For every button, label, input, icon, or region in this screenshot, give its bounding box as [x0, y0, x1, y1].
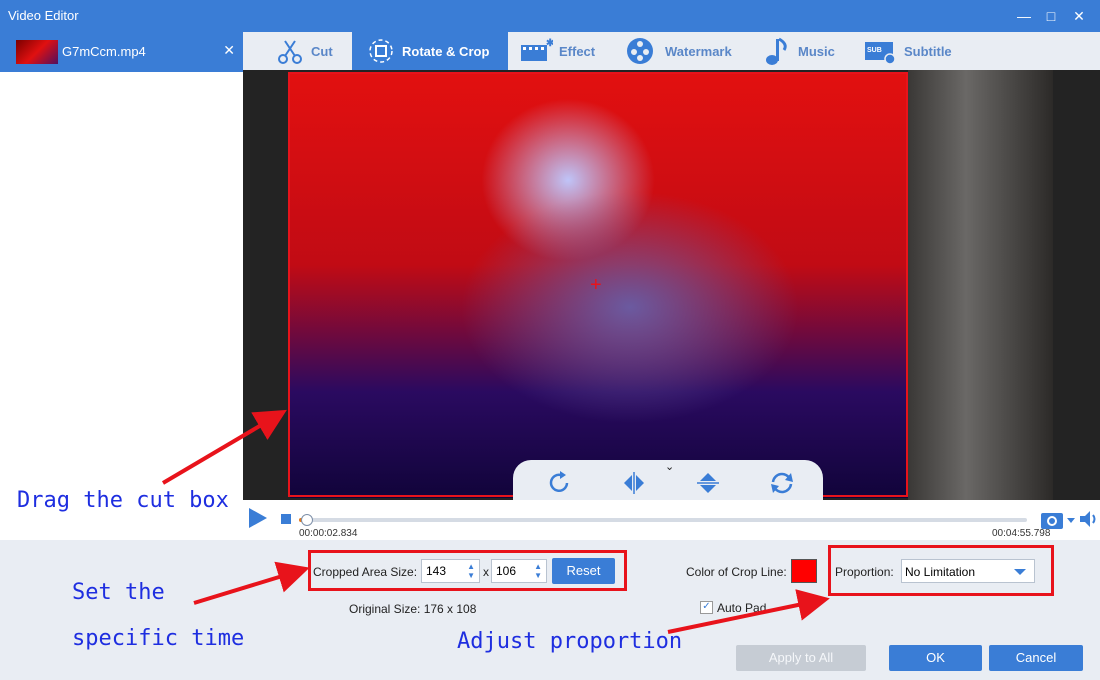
crop-center-crosshair[interactable]: +	[590, 275, 602, 295]
music-note-icon	[766, 37, 787, 65]
camera-icon[interactable]	[1040, 510, 1076, 530]
crop-size-highlight	[308, 550, 627, 591]
file-name: G7mCcm.mp4	[62, 44, 146, 59]
editor-tabs: Cut Rotate & Crop ✱ Effect Watermark Mus…	[243, 32, 1100, 70]
tab-music[interactable]: Music	[762, 32, 852, 70]
window-title: Video Editor	[8, 8, 79, 23]
auto-pad-checkbox[interactable]: ✓	[700, 601, 713, 614]
close-icon[interactable]: ✕	[1069, 6, 1089, 26]
stop-icon[interactable]	[281, 514, 291, 524]
crop-line-color-swatch[interactable]	[791, 559, 817, 583]
play-icon[interactable]	[249, 508, 267, 528]
flip-vertical-icon[interactable]	[695, 470, 721, 496]
crop-icon	[369, 39, 393, 63]
annotation-adjust-proportion: Adjust proportion	[457, 629, 683, 654]
playback-bar: 00:00:02.834 00:04:55.798	[243, 500, 1100, 540]
film-effect-icon: ✱	[521, 38, 553, 61]
volume-icon[interactable]	[1079, 510, 1099, 528]
ok-button[interactable]: OK	[889, 645, 982, 671]
tab-subtitle[interactable]: SUB Subtitle	[864, 32, 974, 70]
rotate-reset-icon[interactable]	[769, 470, 795, 496]
file-list: G7mCcm.mp4 ✕	[0, 32, 244, 540]
tab-label: Subtitle	[904, 43, 952, 59]
tab-label: Music	[798, 43, 835, 59]
video-thumbnail	[16, 40, 58, 64]
timeline-track[interactable]	[299, 514, 1027, 526]
remove-file-icon[interactable]: ✕	[223, 42, 235, 59]
film-reel-icon	[627, 38, 653, 64]
tab-label: Effect	[559, 43, 596, 59]
annotation-set-time-2: specific time	[72, 626, 245, 651]
maximize-icon[interactable]: □	[1041, 6, 1061, 26]
crop-line-color-label: Color of Crop Line:	[686, 565, 787, 579]
video-preview: + ⌄	[243, 70, 1100, 500]
proportion-highlight	[828, 545, 1054, 596]
flip-horizontal-icon[interactable]	[621, 470, 647, 496]
subtitle-icon: SUB	[865, 42, 896, 65]
tab-watermark[interactable]: Watermark	[625, 32, 745, 70]
video-outside-crop	[908, 70, 1053, 500]
svg-text:✱: ✱	[546, 38, 553, 49]
minimize-icon[interactable]: —	[1014, 6, 1034, 26]
collapse-controls-icon[interactable]: ⌄	[665, 460, 674, 473]
annotation-set-time-1: Set the	[72, 580, 165, 605]
current-time: 00:00:02.834	[299, 528, 358, 539]
scissors-icon	[278, 40, 302, 64]
annotation-drag: Drag the cut box	[17, 488, 229, 513]
tab-rotate-crop[interactable]: Rotate & Crop	[352, 32, 508, 70]
svg-text:SUB: SUB	[867, 47, 882, 54]
rotate-clockwise-icon[interactable]	[547, 470, 573, 496]
tab-label: Cut	[311, 43, 333, 59]
file-item[interactable]: G7mCcm.mp4 ✕	[0, 32, 243, 72]
tab-label: Rotate & Crop	[402, 43, 490, 59]
cancel-button[interactable]: Cancel	[989, 645, 1083, 671]
timeline-handle[interactable]	[300, 514, 313, 526]
apply-to-all-button[interactable]: Apply to All	[736, 645, 866, 671]
title-bar: Video Editor — □ ✕	[0, 0, 1100, 32]
original-size: Original Size: 176 x 108	[349, 602, 477, 616]
auto-pad-label: Auto Pad	[717, 601, 767, 615]
tab-effect[interactable]: ✱ Effect	[519, 32, 609, 70]
tab-label: Watermark	[665, 43, 732, 59]
